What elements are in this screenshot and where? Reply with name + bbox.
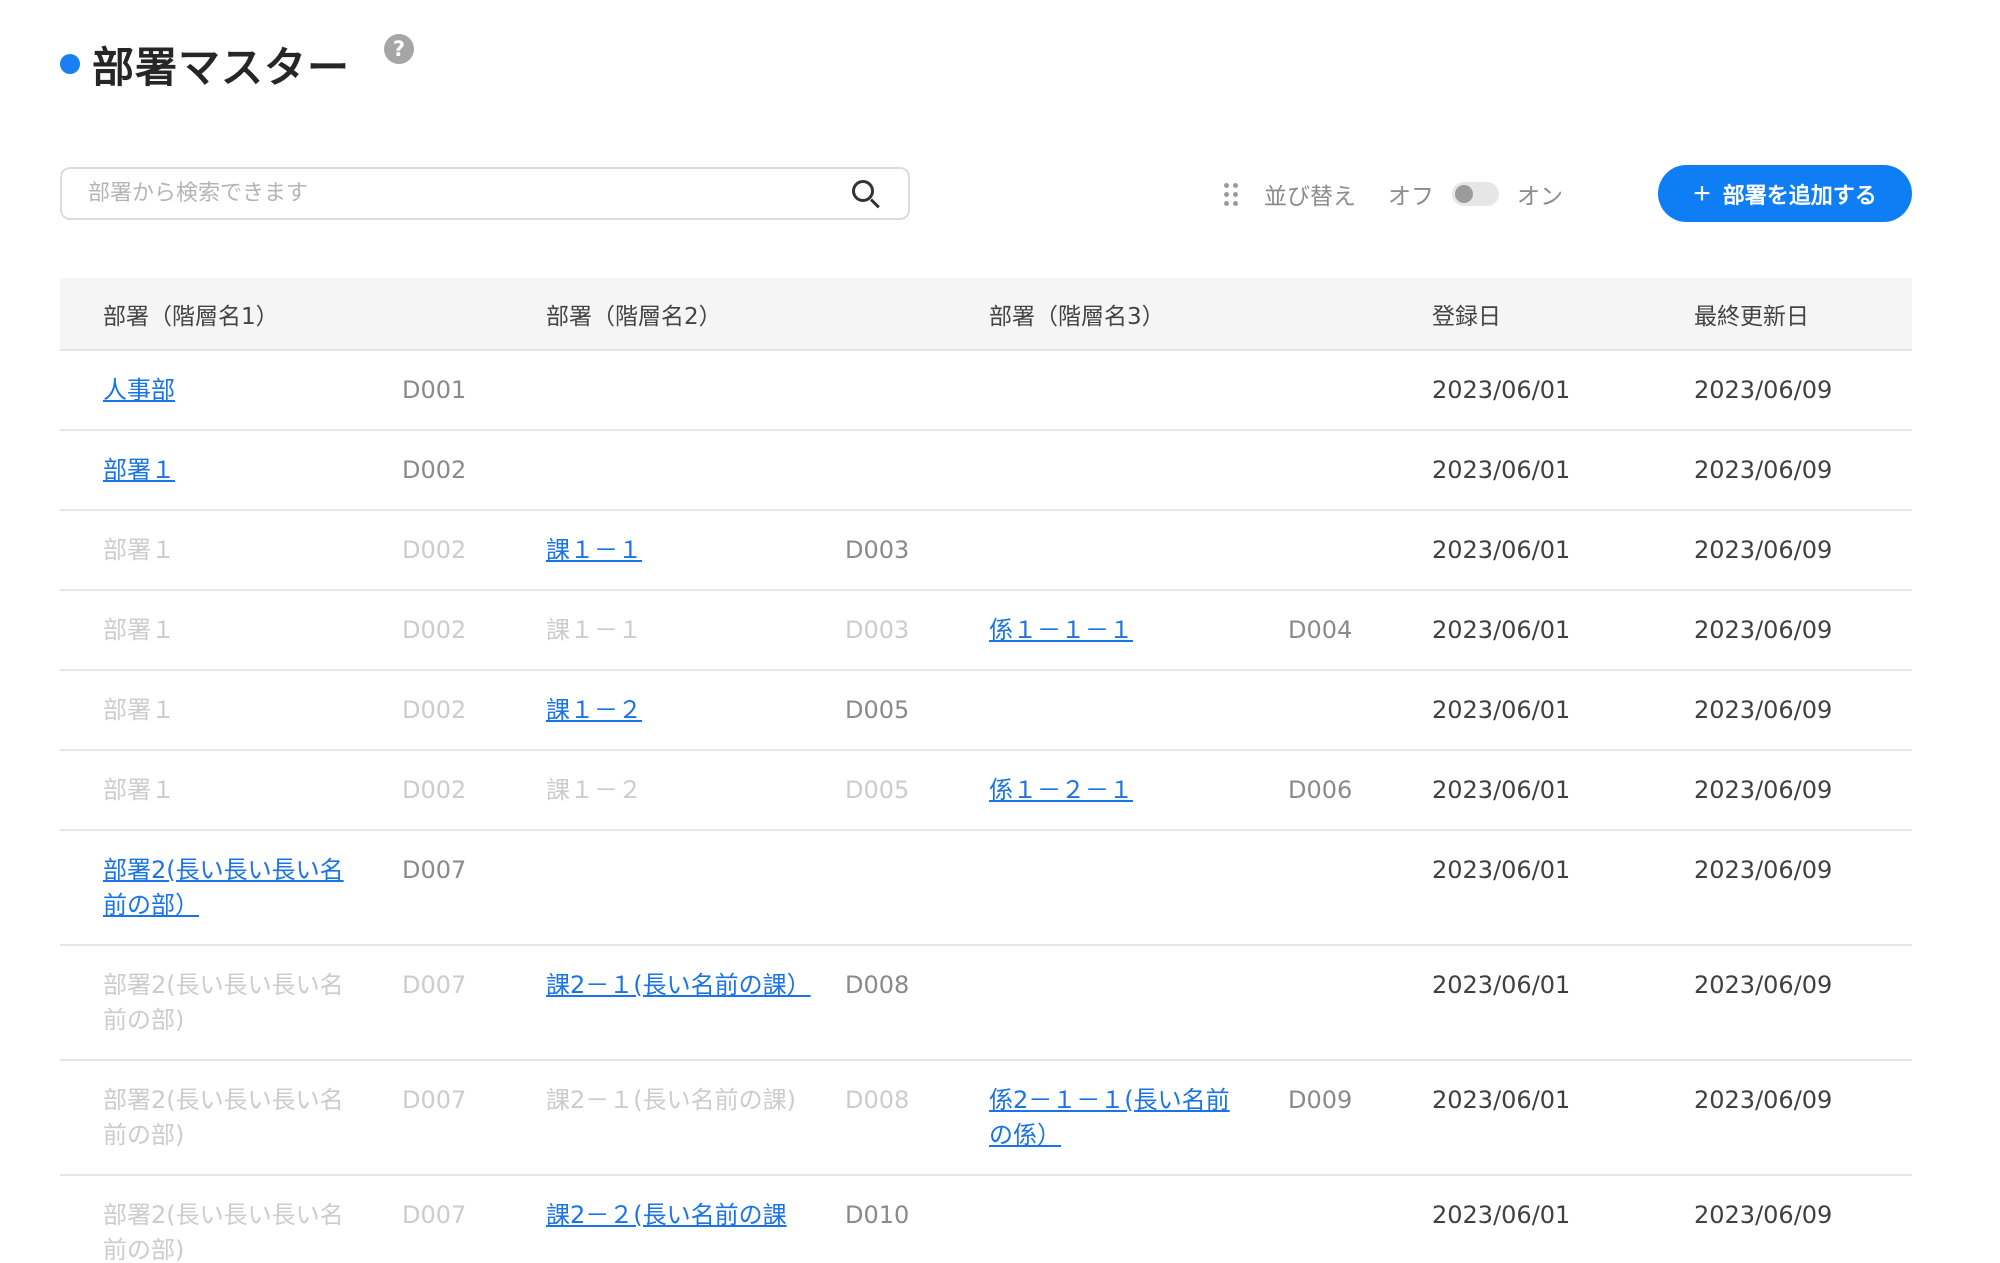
sort-control: 並び替え オフ オン bbox=[1224, 176, 1563, 212]
registered-date: 2023/06/01 bbox=[1432, 616, 1571, 644]
dept-name-level2-link[interactable]: 課１－２ bbox=[546, 693, 801, 728]
dept-name-level2: 課2－１(長い名前の課) bbox=[546, 1086, 796, 1114]
dept-name-level1-link[interactable]: 人事部 bbox=[103, 373, 363, 408]
dept-name-level1-link[interactable]: 部署１ bbox=[103, 453, 363, 488]
updated-date: 2023/06/09 bbox=[1694, 696, 1833, 724]
dept-code-level3: D009 bbox=[1288, 1086, 1353, 1114]
dept-code-level2: D003 bbox=[845, 616, 910, 644]
table-row: 部署１ D002 課１－１ D003 係１－１－１ D004 2023/06/01 2023/… bbox=[60, 591, 1912, 671]
dept-code-level3: D004 bbox=[1288, 616, 1353, 644]
dept-name-level1: 部署１ bbox=[103, 536, 175, 564]
sort-toggle[interactable] bbox=[1452, 182, 1499, 206]
title-dot-icon bbox=[60, 54, 80, 74]
updated-date: 2023/06/09 bbox=[1694, 536, 1833, 564]
updated-date: 2023/06/09 bbox=[1694, 971, 1833, 999]
column-header-updated: 最終更新日 bbox=[1694, 303, 1809, 330]
search-icon[interactable] bbox=[850, 178, 882, 210]
dept-name-level1: 部署2(長い長い長い名前の部) bbox=[103, 1086, 344, 1149]
page-title: 部署マスター bbox=[92, 42, 351, 92]
dept-code-level1: D002 bbox=[402, 776, 467, 804]
dept-code-level2: D008 bbox=[845, 1086, 910, 1114]
dept-code-level1: D002 bbox=[402, 696, 467, 724]
table-row: 部署2(長い長い長い名前の部） D007 2023/06/01 2023/06/09 bbox=[60, 831, 1912, 946]
table-row: 人事部 D001 2023/06/01 2023/06/09 bbox=[60, 351, 1912, 431]
dept-name-level1-link[interactable]: 部署2(長い長い長い名前の部） bbox=[103, 853, 363, 923]
search-box bbox=[60, 167, 910, 220]
dept-name-level1: 部署2(長い長い長い名前の部) bbox=[103, 1201, 344, 1263]
dept-name-level3-link[interactable]: 係１－２－１ bbox=[989, 773, 1244, 808]
registered-date: 2023/06/01 bbox=[1432, 776, 1571, 804]
table-row: 部署１ D002 課１－２ D005 2023/06/01 2023/06/09 bbox=[60, 671, 1912, 751]
column-header-level3: 部署（階層名3） bbox=[989, 303, 1165, 330]
sort-label: 並び替え bbox=[1264, 184, 1356, 210]
dept-code-level2: D005 bbox=[845, 776, 910, 804]
add-department-button[interactable]: + 部署を追加する bbox=[1658, 165, 1912, 222]
table-row: 部署１ D002 課１－１ D003 2023/06/01 2023/06/09 bbox=[60, 511, 1912, 591]
dept-name-level2: 課１－１ bbox=[546, 616, 642, 644]
registered-date: 2023/06/01 bbox=[1432, 376, 1571, 404]
dept-code-level1: D002 bbox=[402, 616, 467, 644]
dept-name-level1: 部署１ bbox=[103, 616, 175, 644]
dept-code-level3: D006 bbox=[1288, 776, 1353, 804]
plus-icon: + bbox=[1693, 176, 1711, 210]
table-row: 部署１ D002 2023/06/01 2023/06/09 bbox=[60, 431, 1912, 511]
dept-name-level2-link[interactable]: 課2－２(長い名前の課 bbox=[546, 1198, 801, 1233]
dept-code-level1: D001 bbox=[402, 376, 467, 404]
dept-code-level1: D002 bbox=[402, 536, 467, 564]
dept-code-level1: D007 bbox=[402, 1086, 467, 1114]
dept-code-level1: D007 bbox=[402, 1201, 467, 1229]
dept-name-level1: 部署2(長い長い長い名前の部) bbox=[103, 971, 344, 1034]
table-row: 部署2(長い長い長い名前の部) D007 課2－２(長い名前の課 D010 2023/0… bbox=[60, 1176, 1912, 1263]
updated-date: 2023/06/09 bbox=[1694, 1201, 1833, 1229]
dept-name-level1: 部署１ bbox=[103, 776, 175, 804]
dept-code-level2: D005 bbox=[845, 696, 910, 724]
dept-name-level2-link[interactable]: 課2－１(長い名前の課） bbox=[546, 968, 811, 1003]
dept-name-level3-link[interactable]: 係2－１－１(長い名前の係） bbox=[989, 1083, 1244, 1153]
registered-date: 2023/06/01 bbox=[1432, 1086, 1571, 1114]
drag-handle-icon bbox=[1224, 182, 1238, 206]
table-row: 部署2(長い長い長い名前の部) D007 課2－１(長い名前の課） D008 2023/… bbox=[60, 946, 1912, 1061]
registered-date: 2023/06/01 bbox=[1432, 1201, 1571, 1229]
dept-code-level2: D008 bbox=[845, 971, 910, 999]
table-row: 部署１ D002 課１－２ D005 係１－２－１ D006 2023/06/01 2023/… bbox=[60, 751, 1912, 831]
table-body: 人事部 D001 2023/06/01 2023/06/09 部署１ D002 2023/0… bbox=[60, 351, 1912, 1263]
registered-date: 2023/06/01 bbox=[1432, 696, 1571, 724]
dept-name-level2-link[interactable]: 課１－１ bbox=[546, 533, 801, 568]
updated-date: 2023/06/09 bbox=[1694, 776, 1833, 804]
dept-code-level2: D003 bbox=[845, 536, 910, 564]
dept-code-level1: D007 bbox=[402, 971, 467, 999]
page-header: 部署マスター bbox=[60, 34, 350, 94]
updated-date: 2023/06/09 bbox=[1694, 616, 1833, 644]
dept-code-level2: D010 bbox=[845, 1201, 910, 1229]
dept-name-level3-link[interactable]: 係１－１－１ bbox=[989, 613, 1244, 648]
add-department-label: 部署を追加する bbox=[1722, 182, 1877, 208]
column-header-level1: 部署（階層名1） bbox=[103, 303, 279, 330]
registered-date: 2023/06/01 bbox=[1432, 536, 1571, 564]
department-table: 部署（階層名1） 部署（階層名2） 部署（階層名3） 登録日 最終更新日 人事部… bbox=[60, 278, 1912, 1263]
dept-name-level1: 部署１ bbox=[103, 696, 175, 724]
dept-name-level2: 課１－２ bbox=[546, 776, 642, 804]
updated-date: 2023/06/09 bbox=[1694, 376, 1833, 404]
dept-code-level1: D007 bbox=[402, 856, 467, 884]
updated-date: 2023/06/09 bbox=[1694, 856, 1833, 884]
registered-date: 2023/06/01 bbox=[1432, 856, 1571, 884]
updated-date: 2023/06/09 bbox=[1694, 1086, 1833, 1114]
table-header: 部署（階層名1） 部署（階層名2） 部署（階層名3） 登録日 最終更新日 bbox=[60, 278, 1912, 351]
toggle-knob bbox=[1455, 185, 1473, 203]
help-icon[interactable]: ? bbox=[384, 34, 414, 64]
column-header-registered: 登録日 bbox=[1432, 303, 1501, 330]
dept-code-level1: D002 bbox=[402, 456, 467, 484]
registered-date: 2023/06/01 bbox=[1432, 971, 1571, 999]
search-input[interactable] bbox=[88, 181, 850, 206]
table-row: 部署2(長い長い長い名前の部) D007 課2－１(長い名前の課) D008 係2－１－… bbox=[60, 1061, 1912, 1176]
column-header-level2: 部署（階層名2） bbox=[546, 303, 722, 330]
sort-off-label: オフ bbox=[1388, 184, 1434, 210]
updated-date: 2023/06/09 bbox=[1694, 456, 1833, 484]
registered-date: 2023/06/01 bbox=[1432, 456, 1571, 484]
sort-on-label: オン bbox=[1517, 184, 1563, 210]
